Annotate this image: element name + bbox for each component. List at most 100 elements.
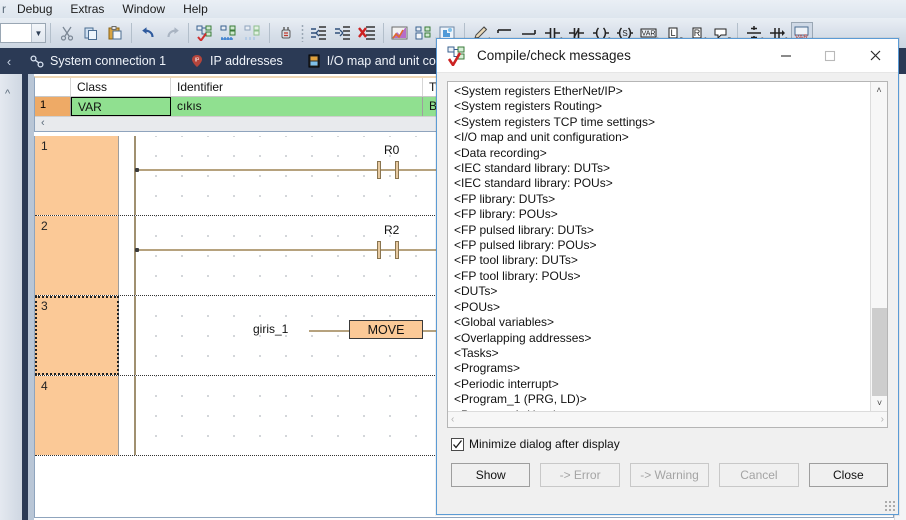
- io-map-icon: [307, 54, 321, 68]
- delete-all-icon[interactable]: [356, 22, 378, 44]
- tab-ip-addresses[interactable]: IP IP addresses: [178, 48, 295, 74]
- list-item[interactable]: <Periodic interrupt>: [452, 377, 858, 392]
- move-input-label[interactable]: giris_1: [253, 322, 288, 336]
- menu-item-debug[interactable]: Debug: [8, 1, 61, 17]
- move-function-block[interactable]: MOVE: [349, 320, 423, 339]
- toolbar-separator: [269, 23, 270, 43]
- list-item[interactable]: <System registers Routing>: [452, 99, 858, 114]
- list-item[interactable]: <Programs>: [452, 361, 858, 376]
- svg-text:VAR: VAR: [642, 31, 656, 38]
- rung-number: 1: [35, 136, 119, 215]
- list-item[interactable]: <FP tool library: POUs>: [452, 269, 858, 284]
- menu-item-extras[interactable]: Extras: [61, 1, 113, 17]
- power-rail: [135, 216, 136, 295]
- dialog-title: Compile/check messages: [477, 48, 631, 63]
- rail-junction: [135, 248, 139, 252]
- column-header-class[interactable]: Class: [71, 78, 171, 96]
- network-icon[interactable]: [413, 22, 435, 44]
- list-item[interactable]: <Program_1 (PRG, LD)>: [452, 392, 858, 407]
- message-list-inner: <System registers EtherNet/IP> <System r…: [448, 82, 858, 411]
- monitor-icon[interactable]: [389, 22, 411, 44]
- cell-class[interactable]: VAR: [71, 97, 171, 116]
- indent-icon[interactable]: [308, 22, 330, 44]
- list-item[interactable]: <Data recording>: [452, 146, 858, 161]
- undo-icon[interactable]: [137, 22, 159, 44]
- list-item[interactable]: <System registers EtherNet/IP>: [452, 84, 858, 99]
- rung-number: 4: [35, 376, 119, 455]
- list-item[interactable]: <POUs>: [452, 300, 858, 315]
- resize-grip[interactable]: [884, 500, 896, 512]
- toolbar-combo[interactable]: ▼: [0, 23, 46, 43]
- menu-item-help[interactable]: Help: [174, 1, 217, 17]
- outdent-icon[interactable]: [332, 22, 354, 44]
- close-dialog-button[interactable]: Close: [808, 463, 889, 487]
- list-item[interactable]: <DUTs>: [452, 284, 858, 299]
- rung-gap: [120, 296, 134, 375]
- power-rail: [135, 136, 136, 215]
- dialog-button-row: Show -> Error -> Warning Cancel Close: [451, 463, 889, 487]
- minimize-after-display-checkbox[interactable]: [451, 437, 464, 451]
- compile-check-icon: [447, 45, 469, 67]
- paste-icon[interactable]: [104, 22, 126, 44]
- svg-text:S: S: [622, 29, 627, 38]
- rung-gap: [120, 376, 134, 455]
- row-number: 1: [35, 97, 71, 116]
- scroll-right-button[interactable]: ›: [881, 414, 884, 425]
- message-list-vertical-scrollbar[interactable]: ˄ ˅: [870, 82, 887, 411]
- download-all-icon[interactable]: [242, 22, 264, 44]
- tab-scroll-left-button[interactable]: ‹: [0, 54, 18, 69]
- redo-icon[interactable]: [161, 22, 183, 44]
- list-item[interactable]: <FP pulsed library: DUTs>: [452, 223, 858, 238]
- compile-check-messages-dialog: Compile/check messages <System registers…: [436, 38, 899, 515]
- list-item[interactable]: <IEC standard library: POUs>: [452, 176, 858, 191]
- cell-identifier[interactable]: cıkıs: [171, 97, 423, 116]
- toolbar-separator: [131, 23, 132, 43]
- svg-text:IP: IP: [195, 57, 200, 63]
- minimize-after-display-row[interactable]: Minimize dialog after display: [451, 437, 888, 451]
- copy-icon[interactable]: [80, 22, 102, 44]
- tab-system-connection-1[interactable]: System connection 1: [18, 48, 178, 74]
- list-item[interactable]: <I/O map and unit configuration>: [452, 130, 858, 145]
- download-to-plc-icon[interactable]: [218, 22, 240, 44]
- list-item[interactable]: <System registers TCP time settings>: [452, 115, 858, 130]
- tab-label: System connection 1: [50, 54, 167, 68]
- scroll-up-button[interactable]: ˄: [871, 82, 887, 98]
- cut-icon[interactable]: [56, 22, 78, 44]
- list-item[interactable]: <Global variables>: [452, 315, 858, 330]
- minimize-button[interactable]: [764, 39, 808, 72]
- contact-label: R2: [384, 223, 400, 237]
- rung-number: 2: [35, 216, 119, 295]
- scroll-left-button[interactable]: ‹: [451, 414, 454, 425]
- scroll-down-button[interactable]: ˅: [871, 395, 887, 411]
- dialog-title-bar[interactable]: Compile/check messages: [437, 39, 898, 73]
- list-item[interactable]: <FP library: POUs>: [452, 207, 858, 222]
- svg-text:L: L: [670, 28, 675, 38]
- maximize-button[interactable]: [808, 39, 852, 72]
- chevron-down-icon: ▼: [31, 24, 45, 42]
- goto-error-button: -> Error: [540, 463, 620, 487]
- ip-pin-icon: IP: [190, 54, 204, 68]
- close-button[interactable]: [852, 39, 898, 72]
- online-mode-icon[interactable]: [275, 22, 297, 44]
- list-item[interactable]: <Tasks>: [452, 346, 858, 361]
- list-item[interactable]: <FP library: DUTs>: [452, 192, 858, 207]
- compile-project-icon[interactable]: [194, 22, 216, 44]
- column-header-identifier[interactable]: Identifier: [171, 78, 423, 96]
- left-gutter-scrollbar[interactable]: ^: [0, 74, 22, 520]
- rung-gap: [120, 216, 134, 295]
- message-list[interactable]: <System registers EtherNet/IP> <System r…: [447, 81, 888, 428]
- rail-junction: [135, 168, 139, 172]
- list-item[interactable]: <IEC standard library: DUTs>: [452, 161, 858, 176]
- rung-gap: [120, 136, 134, 215]
- scrollbar-thumb[interactable]: [872, 308, 887, 396]
- list-item[interactable]: <Overlapping addresses>: [452, 331, 858, 346]
- tab-label: IP addresses: [210, 54, 283, 68]
- minimize-after-display-label: Minimize dialog after display: [469, 437, 620, 451]
- list-item[interactable]: <FP tool library: DUTs>: [452, 253, 858, 268]
- show-button[interactable]: Show: [451, 463, 531, 487]
- menu-item-window[interactable]: Window: [113, 1, 174, 17]
- message-list-horizontal-scrollbar[interactable]: ‹ ›: [448, 411, 887, 427]
- goto-warning-button: -> Warning: [629, 463, 710, 487]
- menu-bar: r Debug Extras Window Help: [0, 0, 906, 18]
- list-item[interactable]: <FP pulsed library: POUs>: [452, 238, 858, 253]
